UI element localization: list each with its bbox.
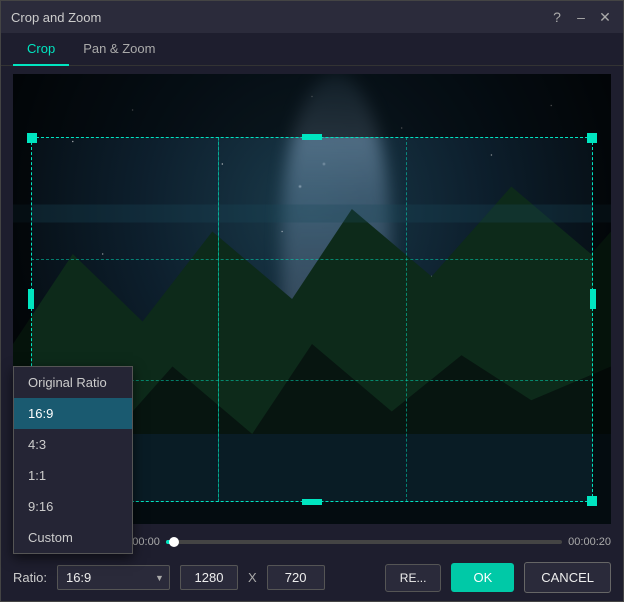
window-title: Crop and Zoom [11,10,549,25]
dropdown-item-custom[interactable]: Custom [14,522,132,553]
dropdown-item-9-16[interactable]: 9:16 [14,491,132,522]
dropdown-item-original[interactable]: Original Ratio [14,367,132,398]
controls-bar: Ratio: 16:9 Original Ratio 4:3 1:1 9:16 … [1,556,623,601]
ratio-label: Ratio: [13,570,47,585]
dropdown-item-4-3[interactable]: 4:3 [14,429,132,460]
dim-separator: X [248,570,257,585]
minimize-button[interactable]: – [573,9,589,25]
timeline-track[interactable] [166,540,562,544]
help-button[interactable]: ? [549,9,565,25]
time-total: 00:00:20 [568,536,611,548]
ratio-dropdown-menu: Original Ratio 16:9 4:3 1:1 9:16 Custom [13,366,133,554]
close-button[interactable]: ✕ [597,9,613,25]
reset-button[interactable]: RE... [385,564,442,592]
ok-button[interactable]: OK [451,563,514,592]
title-bar-controls: ? – ✕ [549,9,613,25]
height-input[interactable] [267,565,325,590]
tab-bar: Crop Pan & Zoom [1,33,623,66]
width-input[interactable] [180,565,238,590]
timeline-thumb[interactable] [169,537,179,547]
cancel-button[interactable]: CANCEL [524,562,611,593]
ratio-select[interactable]: 16:9 Original Ratio 4:3 1:1 9:16 Custom [57,565,170,590]
dropdown-item-16-9[interactable]: 16:9 [14,398,132,429]
main-window: Crop and Zoom ? – ✕ Crop Pan & Zoom [0,0,624,602]
title-bar: Crop and Zoom ? – ✕ [1,1,623,33]
ratio-select-wrapper: 16:9 Original Ratio 4:3 1:1 9:16 Custom [57,565,170,590]
tab-crop[interactable]: Crop [13,33,69,66]
tab-pan-zoom[interactable]: Pan & Zoom [69,33,169,66]
dropdown-item-1-1[interactable]: 1:1 [14,460,132,491]
